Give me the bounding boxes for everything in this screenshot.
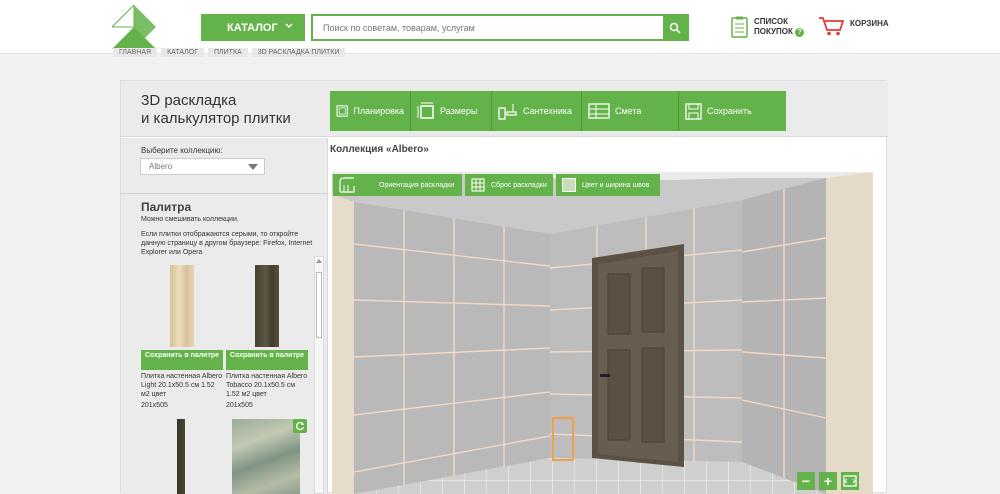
cart-link[interactable]: КОРЗИНА xyxy=(818,16,889,36)
plumbing-icon xyxy=(498,104,517,120)
tile-card: Сохранить в палитре Плитка настенная Alb… xyxy=(141,265,223,409)
main-area: Коллекция «Albero» Ориентация раскладки … xyxy=(330,138,886,494)
3d-viewport[interactable]: Ориентация раскладки Сброс раскладки Цве… xyxy=(332,172,873,494)
save-icon xyxy=(685,102,702,120)
sidebar: Выберите коллекцию: Albero Палитра Можно… xyxy=(121,138,328,494)
tab-dimensions-label: Размеры xyxy=(440,106,478,116)
shoplist-label-1: СПИСОК xyxy=(754,17,788,26)
palette-note: Можно смешивать коллекции. xyxy=(141,216,239,223)
door xyxy=(592,244,684,467)
tile-calculator-app: 3D раскладка и калькулятор плитки Планир… xyxy=(120,80,888,494)
tab-dimensions[interactable]: Размеры xyxy=(411,91,492,131)
tab-plumbing-label: Сантехника xyxy=(523,106,573,116)
orientation-label: Ориентация раскладки xyxy=(379,181,455,189)
tab-floorplan-label: Планировка xyxy=(353,106,404,116)
catalog-button[interactable]: КАТАЛОГ xyxy=(201,14,305,41)
tab-save[interactable]: Сохранить xyxy=(679,91,786,131)
shopping-list-link[interactable]: СПИСОК ПОКУПОК ? xyxy=(731,16,805,38)
tile-description: Плитка настенная Albero Tobacco 20.1x50.… xyxy=(226,373,308,398)
app-title-line1: 3D раскладка xyxy=(141,92,237,109)
save-to-palette-button[interactable]: Сохранить в палитре xyxy=(141,350,223,370)
tab-save-label: Сохранить xyxy=(707,106,752,116)
browser-notice: Если плитки отображаются серыми, то откр… xyxy=(141,231,313,256)
app-header: 3D раскладка и калькулятор плитки Планир… xyxy=(121,81,888,137)
app-title-line2: и калькулятор плитки xyxy=(141,110,291,127)
zoom-controls: − + xyxy=(797,472,859,490)
zoom-out-button[interactable]: − xyxy=(797,472,815,490)
breadcrumb-item-catalog[interactable]: КАТАЛОГ xyxy=(161,48,205,57)
collection-select-value: Albero xyxy=(149,162,173,171)
dropdown-arrow-icon xyxy=(248,164,258,170)
leroy-merlin-logo[interactable] xyxy=(110,3,156,49)
room-render xyxy=(332,172,873,494)
breadcrumb: ГЛАВНАЯ КАТАЛОГ ПЛИТКА 3D РАСКЛАДКА ПЛИТ… xyxy=(113,48,346,57)
app-title: 3D раскладка и калькулятор плитки xyxy=(141,92,291,128)
divider xyxy=(121,193,328,194)
palette-title: Палитра xyxy=(141,200,192,214)
breadcrumb-item-tile[interactable]: ПЛИТКА xyxy=(208,48,248,57)
tile-size: 201x505 xyxy=(141,402,168,409)
search-input[interactable] xyxy=(313,16,653,39)
reset-layout-icon xyxy=(471,178,485,192)
shoplist-label-2: ПОКУПОК xyxy=(754,27,793,36)
search-box xyxy=(311,14,689,41)
tile-image-stone[interactable] xyxy=(232,419,300,494)
scroll-up-arrow-icon[interactable] xyxy=(316,259,322,263)
fullscreen-icon xyxy=(843,475,857,487)
catalog-label: КАТАЛОГ xyxy=(227,21,278,34)
tile-image-albero-tobacco[interactable] xyxy=(255,265,279,347)
save-to-palette-button[interactable]: Сохранить в палитре xyxy=(226,350,308,370)
fullscreen-button[interactable] xyxy=(841,472,859,490)
collection-select[interactable]: Albero xyxy=(140,158,265,175)
breadcrumb-item-home[interactable]: ГЛАВНАЯ xyxy=(113,48,158,57)
cart-label: КОРЗИНА xyxy=(850,19,889,28)
scrollbar-thumb[interactable] xyxy=(316,272,322,338)
tab-plumbing[interactable]: Сантехника xyxy=(492,91,582,131)
zoom-in-button[interactable]: + xyxy=(819,472,837,490)
orientation-button[interactable]: Ориентация раскладки xyxy=(333,174,462,196)
grout-color-label: Цвет и ширина швов xyxy=(582,181,650,189)
reset-layout-label: Сброс раскладки xyxy=(491,181,547,189)
viewport-toolbar: Ориентация раскладки Сброс раскладки Цве… xyxy=(333,174,660,196)
reset-layout-button[interactable]: Сброс раскладки xyxy=(465,174,553,196)
help-badge[interactable]: ? xyxy=(795,28,805,37)
app-toolbar: Планировка Размеры Сантехника Смета Сохр… xyxy=(330,91,786,131)
search-button[interactable] xyxy=(663,16,687,39)
tile-card: Сохранить в палитре Плитка настенная Alb… xyxy=(226,265,308,409)
site-header: КАТАЛОГ СПИСОК ПОКУПОК ? КОРЗИНА xyxy=(0,0,1000,54)
tab-estimate-label: Смета xyxy=(615,106,642,116)
tile-image-dark-wood[interactable] xyxy=(177,419,185,494)
collection-title: Коллекция «Albero» xyxy=(330,144,429,155)
tab-estimate[interactable]: Смета xyxy=(582,91,679,131)
chevron-down-icon xyxy=(285,23,293,29)
grout-color-icon xyxy=(562,178,576,192)
breadcrumb-item-current: 3D РАСКЛАДКА ПЛИТКИ xyxy=(251,48,346,57)
tile-size: 201x505 xyxy=(226,402,253,409)
tile-image-albero-light[interactable] xyxy=(170,265,194,347)
tile-description: Плитка настенная Albero Light 20.1x50.5 … xyxy=(141,373,223,398)
palette-scrollbar[interactable] xyxy=(314,256,324,494)
cart-icon xyxy=(819,17,844,36)
floorplan-icon xyxy=(336,105,348,117)
estimate-icon xyxy=(588,103,610,119)
refresh-icon[interactable] xyxy=(293,419,307,433)
orientation-icon xyxy=(339,177,355,193)
clipboard-list-icon xyxy=(731,16,748,38)
dimensions-icon xyxy=(417,102,434,119)
search-icon xyxy=(669,22,681,34)
grout-color-button[interactable]: Цвет и ширина швов xyxy=(556,174,660,196)
tab-floorplan[interactable]: Планировка xyxy=(330,91,411,131)
collection-select-label: Выберите коллекцию: xyxy=(141,146,223,155)
